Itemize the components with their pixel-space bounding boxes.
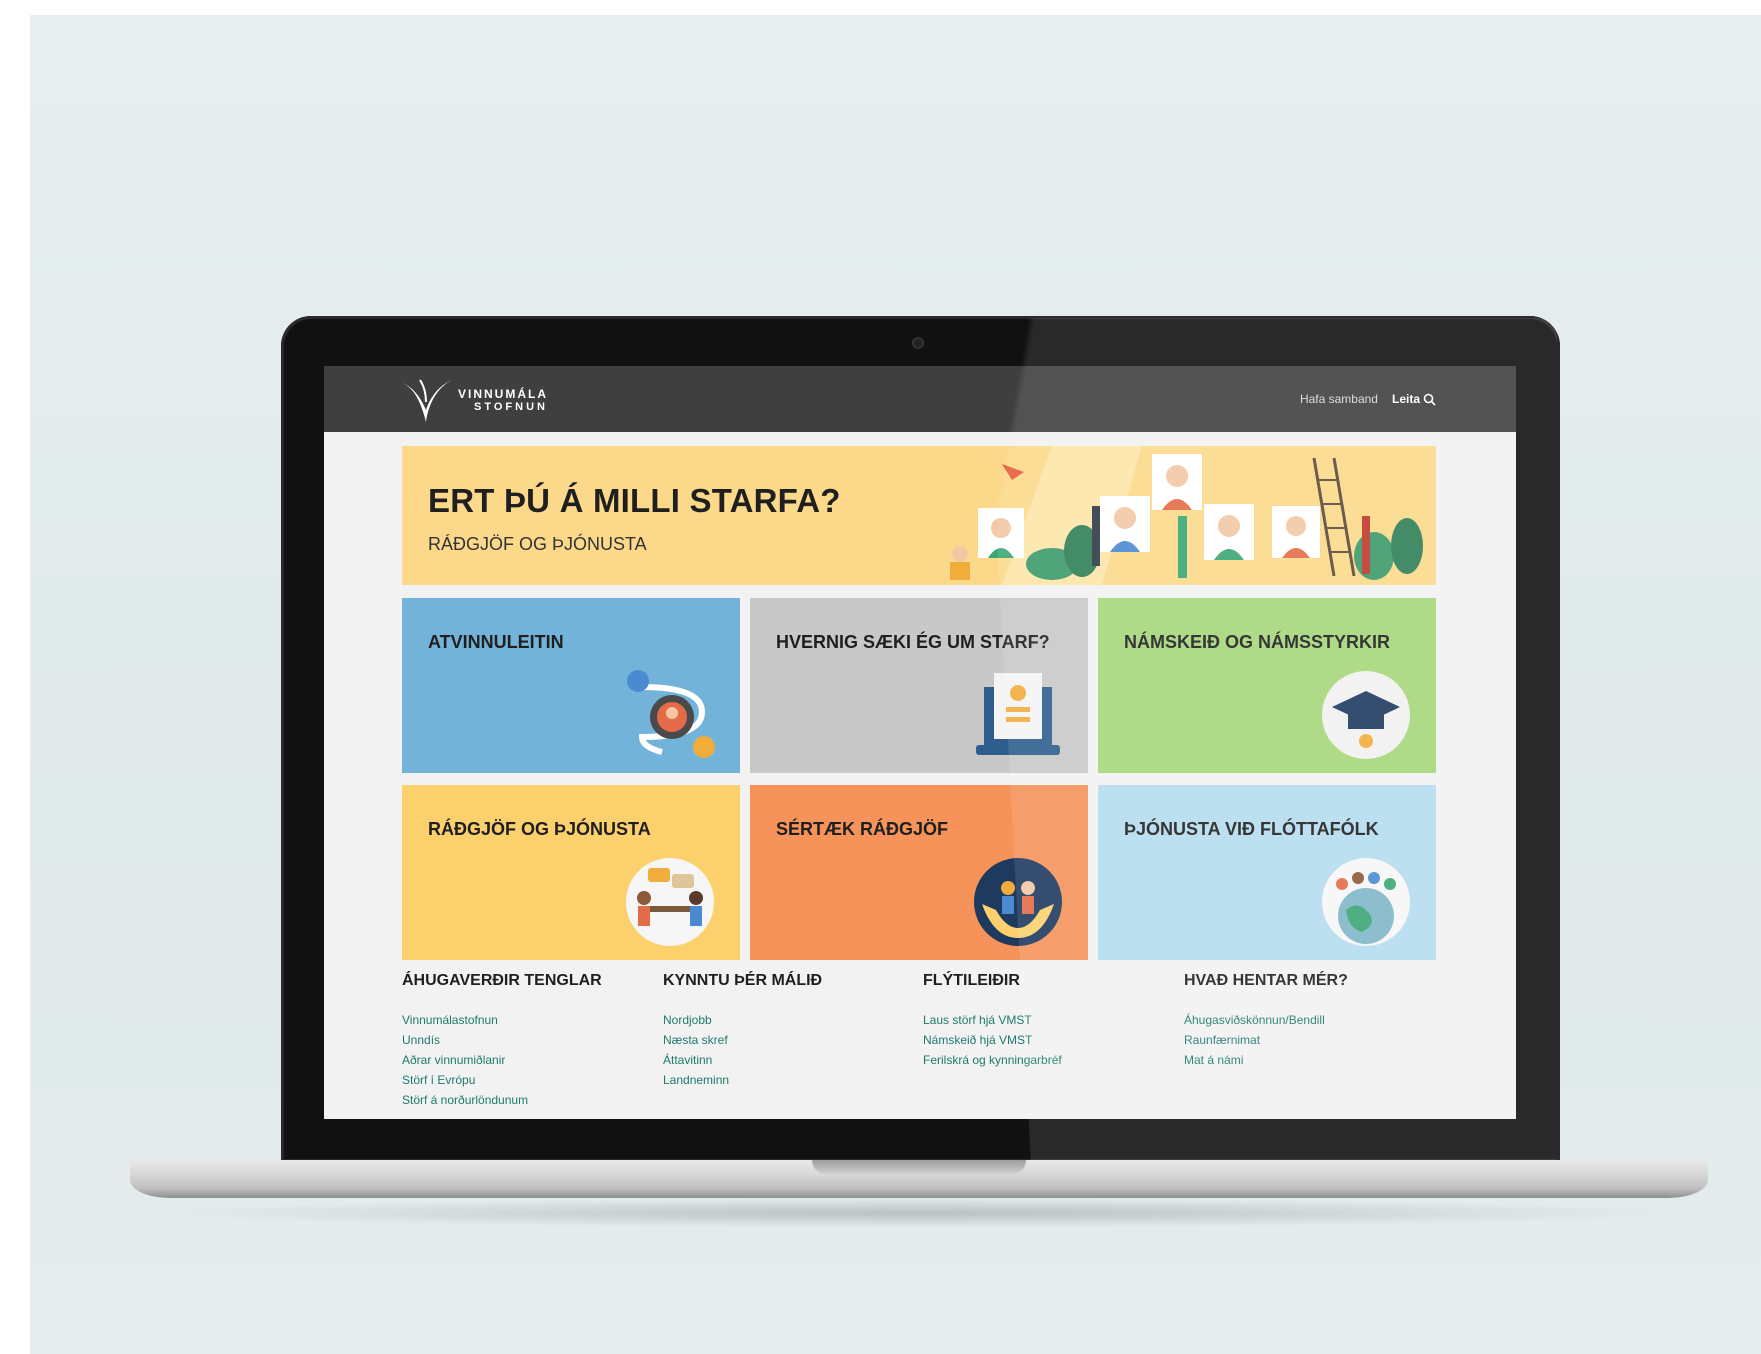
hero-subtitle: RÁÐGJÖF OG ÞJÓNUSTA <box>428 534 647 554</box>
logo-wordmark: VINNUMÁLA STOFNUN <box>458 388 548 414</box>
footer-link[interactable]: Mat á námi <box>1184 1050 1434 1070</box>
hero-banner[interactable]: ERT ÞÚ Á MILLI STARFA? RÁÐGJÖF OG ÞJÓNUS… <box>402 446 1436 585</box>
footer-link[interactable]: Störf á norðurlöndunum <box>402 1090 652 1110</box>
tile-title: ATVINNULEITIN <box>428 632 564 652</box>
footer-link[interactable]: Áhugasviðskönnun/Bendill <box>1184 1010 1434 1030</box>
footer-link-list: Áhugasviðskönnun/Bendill Raunfærnimat Ma… <box>1184 1010 1434 1070</box>
webcam <box>912 337 924 349</box>
tile-flottafolk[interactable]: ÞJÓNUSTA VIÐ FLÓTTAFÓLK <box>1098 785 1436 960</box>
caring-hands-icon <box>974 858 1062 946</box>
hero-title: ERT ÞÚ Á MILLI STARFA? <box>428 482 841 519</box>
laptop-shadow <box>150 1198 1690 1228</box>
globe-people-icon <box>1322 858 1410 946</box>
footer-link[interactable]: Nordjobb <box>663 1010 913 1030</box>
search-label: Leita <box>1391 392 1420 406</box>
tile-atvinnuleitin[interactable]: ATVINNULEITIN <box>402 598 740 773</box>
footer-link[interactable]: Vinnumálastofnun <box>402 1010 652 1030</box>
footer-link[interactable]: Námskeið hjá VMST <box>923 1030 1173 1050</box>
site-header: VINNUMÁLA STOFNUN Hafa samband Leita <box>324 366 1516 432</box>
footer-link-list: Laus störf hjá VMST Námskeið hjá VMST Fe… <box>923 1010 1173 1070</box>
footer-link-list: Nordjobb Næsta skref Áttavitinn Landnemi… <box>663 1010 913 1090</box>
footer-column: HVAÐ HENTAR MÉR? Áhugasviðskönnun/Bendil… <box>1184 972 1434 1070</box>
search-button[interactable]: Leita <box>1392 392 1436 406</box>
footer-column-title: ÁHUGAVERÐIR TENGLAR <box>402 972 602 989</box>
hero-illustration <box>950 446 1423 585</box>
tile-title: NÁMSKEIÐ OG NÁMSSTYRKIR <box>1124 632 1391 652</box>
footer-link-list: Vinnumálastofnun Unndís Aðrar vinnumiðla… <box>402 1010 652 1110</box>
tile-title: SÉRTÆK RÁÐGJÖF <box>776 819 949 839</box>
tile-title: RÁÐGJÖF OG ÞJÓNUSTA <box>428 819 651 839</box>
tile-sertaek-radgjof[interactable]: SÉRTÆK RÁÐGJÖF <box>750 785 1088 960</box>
counselling-icon <box>626 858 714 946</box>
footer-link[interactable]: Landneminn <box>663 1070 913 1090</box>
header-nav: Hafa samband Leita <box>1300 392 1436 406</box>
footer-link[interactable]: Aðrar vinnumiðlanir <box>402 1050 652 1070</box>
tile-title: HVERNIG SÆKI ÉG UM STARF? <box>776 632 1050 652</box>
logo-line1: VINNUMÁLA <box>458 387 548 401</box>
footer-link[interactable]: Störf í Evrópu <box>402 1070 652 1090</box>
tile-namskeid[interactable]: NÁMSKEIÐ OG NÁMSSTYRKIR <box>1098 598 1436 773</box>
footer-link[interactable]: Unndís <box>402 1030 652 1050</box>
laptop-cv-icon <box>976 673 1060 755</box>
footer-link[interactable]: Raunfærnimat <box>1184 1030 1434 1050</box>
footer-column: FLÝTILEIÐIR Laus störf hjá VMST Námskeið… <box>923 972 1173 1070</box>
tile-title: ÞJÓNUSTA VIÐ FLÓTTAFÓLK <box>1124 819 1379 839</box>
logo-mark-icon <box>400 379 452 422</box>
laptop-screen: VINNUMÁLA STOFNUN Hafa samband Leita ERT… <box>324 366 1516 1119</box>
footer-link[interactable]: Næsta skref <box>663 1030 913 1050</box>
footer-column: ÁHUGAVERÐIR TENGLAR Vinnumálastofnun Unn… <box>402 972 652 1110</box>
footer-link[interactable]: Laus störf hjá VMST <box>923 1010 1173 1030</box>
tile-radgjof[interactable]: RÁÐGJÖF OG ÞJÓNUSTA <box>402 785 740 960</box>
job-search-icon <box>627 670 715 758</box>
footer-link[interactable]: Áttavitinn <box>663 1050 913 1070</box>
footer-column-title: KYNNTU ÞÉR MÁLIÐ <box>663 972 823 989</box>
footer-link[interactable]: Ferilskrá og kynningarbréf <box>923 1050 1173 1070</box>
logo-line2: STOFNUN <box>474 401 548 413</box>
tile-hvernig-saeki[interactable]: HVERNIG SÆKI ÉG UM STARF? <box>750 598 1088 773</box>
logo[interactable]: VINNUMÁLA STOFNUN <box>398 376 548 426</box>
footer-column-title: HVAÐ HENTAR MÉR? <box>1184 972 1348 989</box>
footer-column-title: FLÝTILEIÐIR <box>923 972 1020 989</box>
laptop-notch <box>812 1160 1026 1174</box>
footer-column: KYNNTU ÞÉR MÁLIÐ Nordjobb Næsta skref Át… <box>663 972 913 1090</box>
graduation-cap-icon <box>1322 671 1410 759</box>
search-icon <box>1423 393 1436 406</box>
contact-link[interactable]: Hafa samband <box>1300 392 1378 406</box>
